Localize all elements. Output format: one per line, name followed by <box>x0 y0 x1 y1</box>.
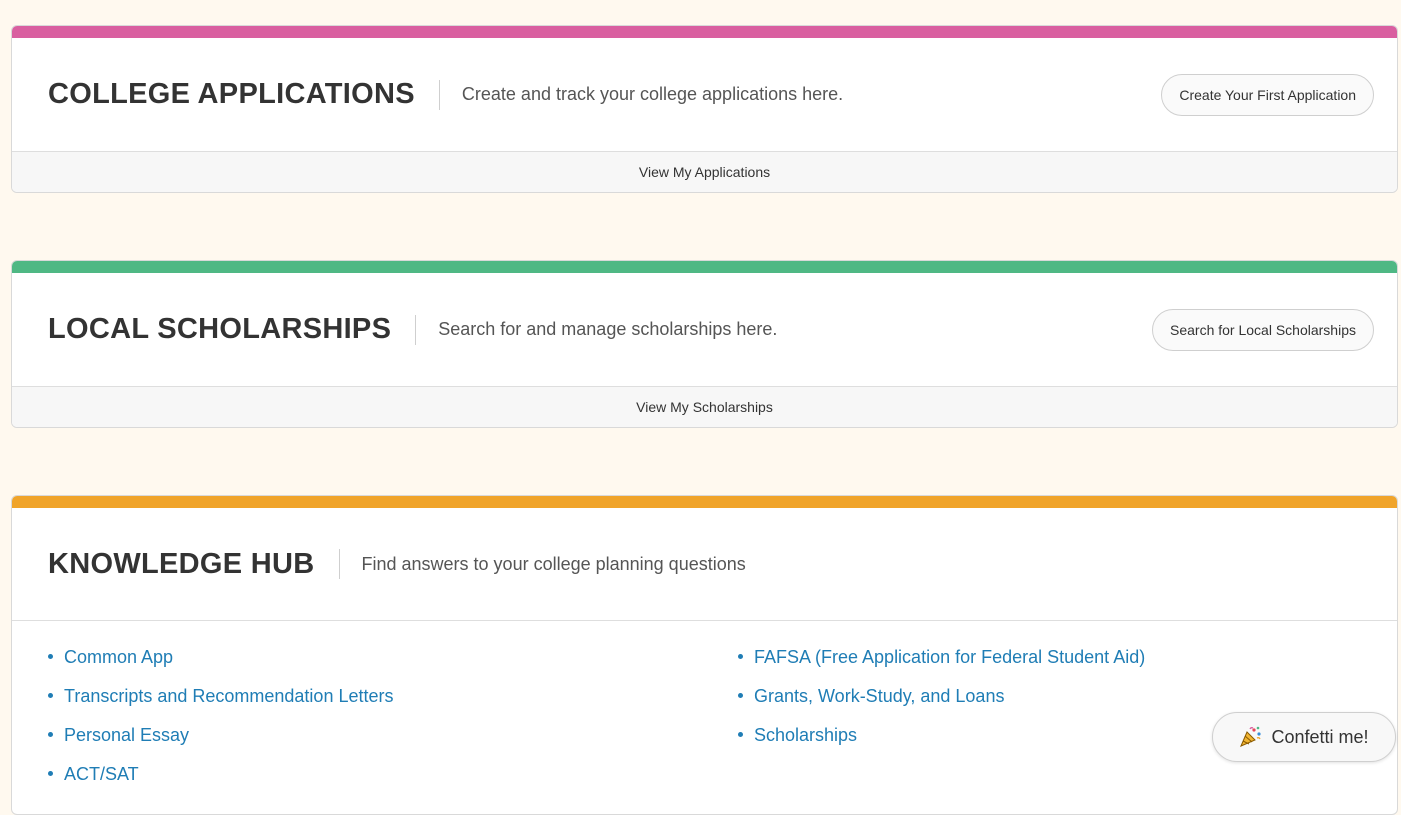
local-scholarships-card: LOCAL SCHOLARSHIPS Search for and manage… <box>11 260 1398 428</box>
link-label: FAFSA (Free Application for Federal Stud… <box>754 647 1146 667</box>
link-label: Scholarships <box>754 725 858 745</box>
college-applications-card: COLLEGE APPLICATIONS Create and track yo… <box>11 25 1398 193</box>
link-label: Common App <box>64 647 174 667</box>
card-header: LOCAL SCHOLARSHIPS Search for and manage… <box>12 273 1397 386</box>
header-divider <box>415 314 417 345</box>
bullet-icon <box>738 731 743 737</box>
card-accent-bar <box>12 26 1397 38</box>
card-accent-bar <box>12 496 1397 508</box>
card-title: LOCAL SCHOLARSHIPS <box>48 313 392 345</box>
card-description: Find answers to your college planning qu… <box>361 553 746 574</box>
view-my-applications-link[interactable]: View My Applications <box>12 151 1397 192</box>
header-divider <box>338 549 340 579</box>
knowledge-hub-left-list: Common App Transcripts and Recommendatio… <box>48 647 738 803</box>
bullet-icon <box>48 692 53 698</box>
card-title: COLLEGE APPLICATIONS <box>48 78 415 110</box>
bullet-icon <box>48 731 53 737</box>
knowledge-link-act-sat[interactable]: ACT/SAT <box>48 764 738 803</box>
knowledge-hub-card: KNOWLEDGE HUB Find answers to your colle… <box>11 495 1398 815</box>
confetti-label: Confetti me! <box>1271 726 1369 747</box>
card-accent-bar <box>12 261 1397 273</box>
view-my-scholarships-link[interactable]: View My Scholarships <box>12 386 1397 427</box>
header-divider <box>438 79 440 110</box>
card-title: KNOWLEDGE HUB <box>48 547 315 580</box>
knowledge-link-grants[interactable]: Grants, Work-Study, and Loans <box>738 686 1145 725</box>
search-local-scholarships-button[interactable]: Search for Local Scholarships <box>1152 308 1374 351</box>
knowledge-link-transcripts[interactable]: Transcripts and Recommendation Letters <box>48 686 738 725</box>
knowledge-link-personal-essay[interactable]: Personal Essay <box>48 725 738 764</box>
bullet-icon <box>48 653 53 659</box>
link-label: Personal Essay <box>64 725 190 745</box>
bullet-icon <box>738 692 743 698</box>
knowledge-link-fafsa[interactable]: FAFSA (Free Application for Federal Stud… <box>738 647 1145 686</box>
bullet-icon <box>48 770 53 776</box>
knowledge-link-scholarships[interactable]: Scholarships <box>738 725 1145 764</box>
card-header: KNOWLEDGE HUB Find answers to your colle… <box>12 508 1397 621</box>
card-description: Search for and manage scholarships here. <box>438 319 778 339</box>
create-first-application-button[interactable]: Create Your First Application <box>1161 73 1374 116</box>
knowledge-hub-links: Common App Transcripts and Recommendatio… <box>12 621 1397 803</box>
knowledge-link-common-app[interactable]: Common App <box>48 647 738 686</box>
party-popper-icon <box>1240 726 1262 747</box>
card-header: COLLEGE APPLICATIONS Create and track yo… <box>12 38 1397 151</box>
link-label: Transcripts and Recommendation Letters <box>64 686 394 706</box>
link-label: Grants, Work-Study, and Loans <box>754 686 1005 706</box>
link-label: ACT/SAT <box>64 764 139 784</box>
card-description: Create and track your college applicatio… <box>461 84 844 104</box>
knowledge-hub-right-list: FAFSA (Free Application for Federal Stud… <box>738 647 1145 803</box>
bullet-icon <box>738 653 743 659</box>
confetti-button[interactable]: Confetti me! <box>1212 712 1396 762</box>
